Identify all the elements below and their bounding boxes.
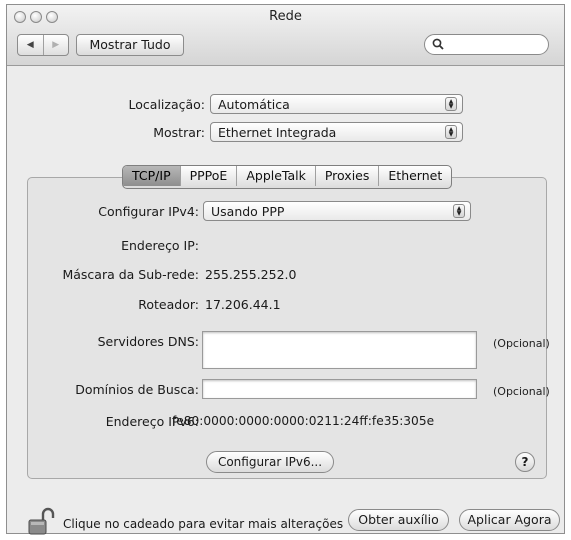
location-popup[interactable]: Automática ▲ ▼: [210, 94, 463, 114]
get-help-button[interactable]: Obter auxílio: [348, 509, 449, 531]
forward-button[interactable]: ▶: [42, 35, 69, 55]
popup-arrows-icon: ▲ ▼: [453, 204, 465, 218]
location-label: Localização:: [128, 97, 205, 112]
network-preferences-window: Rede ◀ ▶ Mostrar Tudo Localização: Autom…: [6, 4, 565, 537]
lock-message: Clique no cadeado para evitar mais alter…: [63, 517, 344, 531]
popup-arrows-icon: ▲ ▼: [445, 125, 457, 139]
popup-arrows-icon: ▲ ▼: [445, 97, 457, 111]
tab-appletalk[interactable]: AppleTalk: [236, 166, 315, 186]
location-value: Automática: [218, 97, 290, 112]
tab-bar: TCP/IP PPPoE AppleTalk Proxies Ethernet: [122, 165, 453, 189]
ip-address-label: Endereço IP:: [121, 238, 199, 253]
router-value: 17.206.44.1: [205, 297, 281, 312]
search-domains-optional-label: (Opcional): [493, 385, 550, 398]
subnet-mask-value: 255.255.252.0: [205, 267, 297, 282]
configure-ipv4-value: Usando PPP: [211, 204, 285, 219]
configure-ipv4-popup[interactable]: Usando PPP ▲ ▼: [203, 201, 471, 221]
apply-now-button[interactable]: Aplicar Agora: [459, 509, 560, 531]
show-label: Mostrar:: [153, 125, 205, 140]
window-title: Rede: [269, 9, 302, 24]
search-input[interactable]: [424, 34, 549, 55]
back-button[interactable]: ◀: [18, 35, 43, 55]
configure-ipv4-label: Configurar IPv4:: [98, 204, 199, 219]
configure-ipv6-button[interactable]: Configurar IPv6...: [206, 451, 334, 473]
arrow-right-icon: ▶: [52, 40, 60, 50]
tab-tcpip[interactable]: TCP/IP: [123, 166, 180, 186]
subnet-mask-label: Máscara da Sub-rede:: [62, 267, 199, 282]
unlocked-padlock-icon[interactable]: [27, 507, 55, 537]
show-value: Ethernet Integrada: [218, 125, 337, 140]
back-forward-group: ◀ ▶: [17, 34, 69, 56]
arrow-left-icon: ◀: [26, 40, 34, 50]
router-label: Roteador:: [138, 297, 199, 312]
ipv6-address-value: fe80:0000:0000:0000:0211:24ff:fe35:305e: [172, 414, 435, 428]
search-domains-field[interactable]: [202, 379, 477, 399]
show-all-button[interactable]: Mostrar Tudo: [76, 34, 184, 56]
dns-servers-field[interactable]: [202, 331, 477, 369]
help-icon: ?: [521, 455, 529, 469]
help-button[interactable]: ?: [515, 452, 535, 472]
title-bar: Rede ◀ ▶ Mostrar Tudo: [7, 5, 564, 66]
tab-pppoe[interactable]: PPPoE: [179, 166, 237, 186]
tab-proxies[interactable]: Proxies: [314, 166, 379, 186]
search-icon: [432, 38, 444, 50]
tab-panel: [27, 177, 547, 479]
search-domains-label: Domínios de Busca:: [75, 382, 199, 397]
dns-optional-label: (Opcional): [493, 337, 550, 350]
show-popup[interactable]: Ethernet Integrada ▲ ▼: [210, 122, 463, 142]
dns-servers-label: Servidores DNS:: [97, 334, 199, 349]
tab-ethernet[interactable]: Ethernet: [378, 166, 451, 186]
